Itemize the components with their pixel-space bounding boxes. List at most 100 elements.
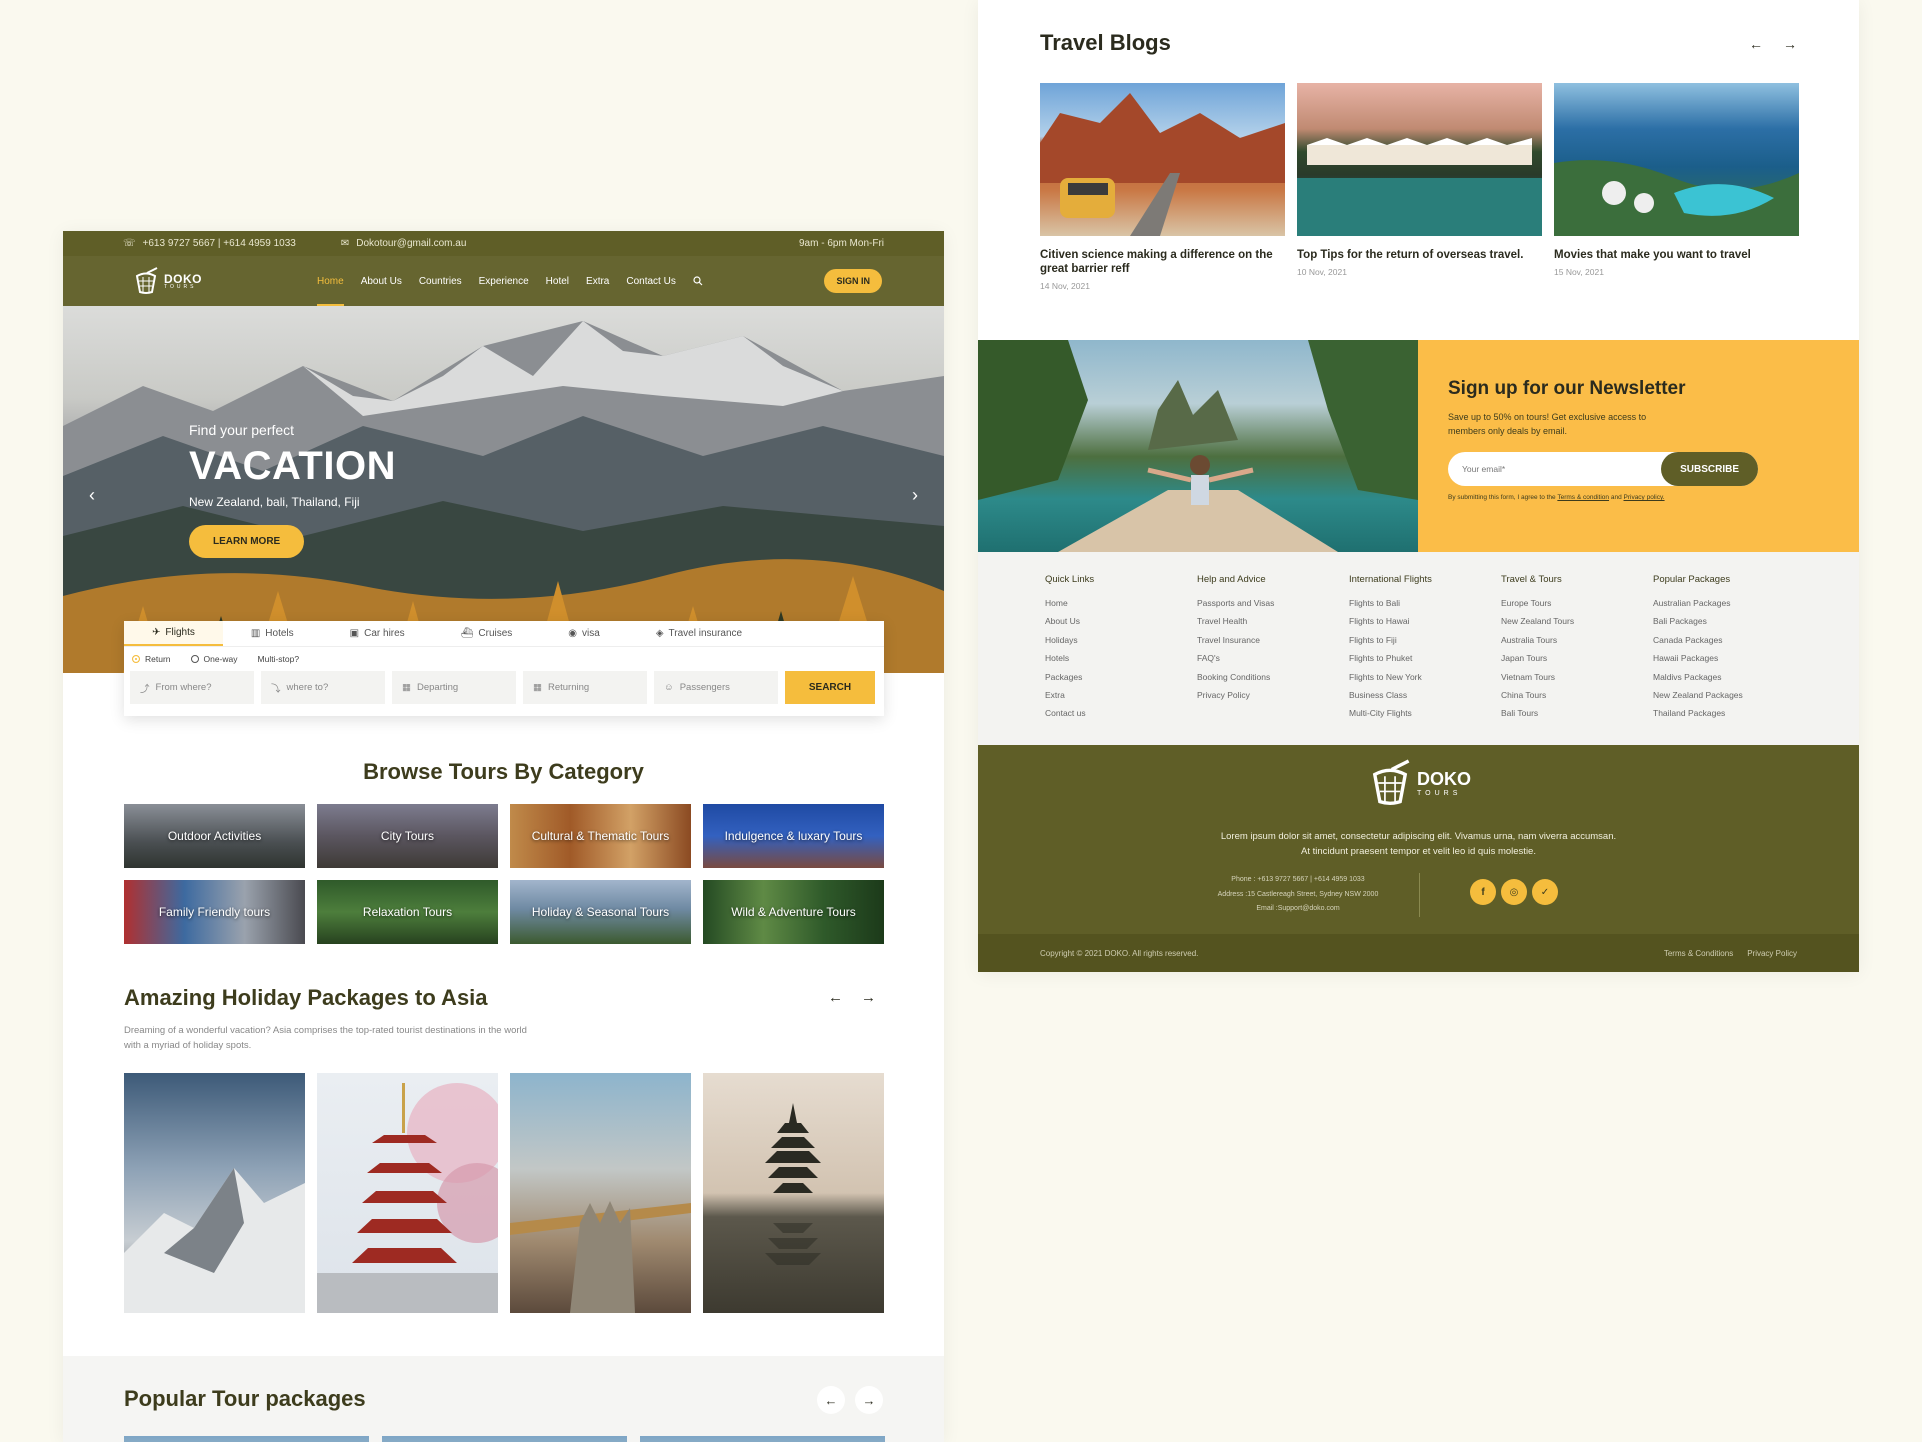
footer-email[interactable]: Email :Support@doko.com [1213, 902, 1383, 917]
footer-link[interactable]: Europe Tours [1501, 598, 1653, 616]
email-text[interactable]: Dokotour@gmail.com.au [356, 238, 466, 249]
passengers-field[interactable]: ☺ Passengers [654, 671, 778, 704]
tab-flights[interactable]: ✈ Flights [124, 621, 223, 646]
category-indulgence-luxury-tours[interactable]: Indulgence & luxary Tours [703, 804, 884, 868]
package-card-pagoda[interactable] [317, 1073, 498, 1313]
popular-card[interactable] [640, 1436, 885, 1442]
category-outdoor-activities[interactable]: Outdoor Activities [124, 804, 305, 868]
tab-cruises[interactable]: ⛴ Cruises [433, 621, 541, 646]
footer-link[interactable]: FAQ's [1197, 653, 1349, 671]
trip-multi-stop-link[interactable]: Multi-stop? [258, 654, 300, 664]
package-card-golden-bridge[interactable] [510, 1073, 691, 1313]
nav-hotel[interactable]: Hotel [546, 256, 569, 306]
footer-link[interactable]: Bali Tours [1501, 708, 1653, 726]
nav-experience[interactable]: Experience [479, 256, 529, 306]
privacy-link[interactable]: Privacy policy. [1624, 494, 1665, 501]
footer-link[interactable]: China Tours [1501, 690, 1653, 708]
footer-link[interactable]: Packages [1045, 672, 1197, 690]
package-card-temple[interactable] [703, 1073, 884, 1313]
footer-link[interactable]: Holidays [1045, 635, 1197, 653]
footer-link[interactable]: Thailand Packages [1653, 708, 1805, 726]
privacy-link[interactable]: Privacy Policy [1747, 949, 1797, 958]
blog-card[interactable]: Top Tips for the return of overseas trav… [1297, 83, 1542, 291]
arrow-right-icon[interactable]: → [1783, 36, 1797, 52]
arrow-right-icon[interactable]: → [861, 989, 876, 1006]
footer-link[interactable]: Japan Tours [1501, 653, 1653, 671]
newsletter-image [978, 340, 1418, 552]
footer-link[interactable]: Canada Packages [1653, 635, 1805, 653]
nav-contact-us[interactable]: Contact Us [626, 256, 675, 306]
footer-link[interactable]: Flights to Hawai [1349, 616, 1501, 634]
category-family-friendly-tours[interactable]: Family Friendly tours [124, 880, 305, 944]
popular-card[interactable] [124, 1436, 369, 1442]
subscribe-button[interactable]: SUBSCRIBE [1661, 452, 1758, 486]
footer-link[interactable]: Vietnam Tours [1501, 672, 1653, 690]
departing-field[interactable]: ▦ Departing [392, 671, 516, 704]
facebook-icon[interactable]: f [1470, 879, 1496, 905]
tab-car-hires[interactable]: ▣ Car hires [322, 621, 433, 646]
search-button[interactable]: SEARCH [785, 671, 875, 704]
arrow-left-icon[interactable]: ← [1749, 36, 1763, 52]
learn-more-button[interactable]: LEARN MORE [189, 525, 305, 558]
package-card-mountain[interactable] [124, 1073, 305, 1313]
sign-in-button[interactable]: SIGN IN [824, 269, 882, 293]
tab-visa[interactable]: ◉ visa [540, 621, 628, 646]
terms-link[interactable]: Terms & Conditions [1664, 949, 1733, 958]
column-heading: International Flights [1349, 574, 1432, 585]
arrow-left-icon[interactable]: ← [817, 1386, 845, 1414]
nav-about-us[interactable]: About Us [361, 256, 402, 306]
category-cultural-thematic-tours[interactable]: Cultural & Thematic Tours [510, 804, 691, 868]
carousel-next-icon[interactable]: › [912, 485, 918, 506]
footer-link[interactable]: New Zealand Packages [1653, 690, 1805, 708]
footer-link[interactable]: New Zealand Tours [1501, 616, 1653, 634]
nav-extra[interactable]: Extra [586, 256, 609, 306]
footer-link[interactable]: Australia Tours [1501, 635, 1653, 653]
footer-link[interactable]: Multi-City Flights [1349, 708, 1501, 726]
trip-return-radio[interactable]: Return [132, 654, 171, 664]
footer-link[interactable]: Home [1045, 598, 1197, 616]
category-relaxation-tours[interactable]: Relaxation Tours [317, 880, 498, 944]
twitter-icon[interactable]: ✓ [1532, 879, 1558, 905]
from-field[interactable]: ⤴ From where? [130, 671, 254, 704]
to-field[interactable]: ⤵ where to? [261, 671, 385, 704]
footer-link[interactable]: Business Class [1349, 690, 1501, 708]
doko-logo[interactable]: DOKO TOURS [133, 267, 202, 295]
footer-link[interactable]: Travel Health [1197, 616, 1349, 634]
category-holiday-seasonal-tours[interactable]: Holiday & Seasonal Tours [510, 880, 691, 944]
blog-card[interactable]: Citiven science making a difference on t… [1040, 83, 1285, 291]
instagram-icon[interactable]: ◎ [1501, 879, 1527, 905]
footer-link[interactable]: Bali Packages [1653, 616, 1805, 634]
footer-link[interactable]: Travel Insurance [1197, 635, 1349, 653]
search-icon[interactable] [693, 256, 703, 306]
category-city-tours[interactable]: City Tours [317, 804, 498, 868]
footer-link[interactable]: Hotels [1045, 653, 1197, 671]
footer-link[interactable]: Booking Conditions [1197, 672, 1349, 690]
footer-link[interactable]: Extra [1045, 690, 1197, 708]
blog-card[interactable]: Movies that make you want to travel 15 N… [1554, 83, 1799, 291]
footer-link[interactable]: Flights to New York [1349, 672, 1501, 690]
footer-link[interactable]: Contact us [1045, 708, 1197, 726]
arrow-left-icon[interactable]: ← [828, 989, 843, 1006]
nav-home[interactable]: Home [317, 256, 344, 306]
arrow-right-icon[interactable]: → [855, 1386, 883, 1414]
phone-icon: ☏ [123, 238, 136, 249]
footer-link[interactable]: Flights to Phuket [1349, 653, 1501, 671]
tab-hotels[interactable]: ▥ Hotels [223, 621, 322, 646]
carousel-prev-icon[interactable]: ‹ [89, 485, 95, 506]
footer-link[interactable]: About Us [1045, 616, 1197, 634]
footer-link[interactable]: Maldivs Packages [1653, 672, 1805, 690]
trip-one-way-radio[interactable]: One-way [190, 654, 238, 664]
footer-link[interactable]: Flights to Fiji [1349, 635, 1501, 653]
tab-travel-insurance[interactable]: ◈ Travel insurance [628, 621, 770, 646]
category-wild-adventure-tours[interactable]: Wild & Adventure Tours [703, 880, 884, 944]
nav-countries[interactable]: Countries [419, 256, 462, 306]
footer-link[interactable]: Australian Packages [1653, 598, 1805, 616]
returning-field[interactable]: ▦ Returning [523, 671, 647, 704]
footer-link[interactable]: Flights to Bali [1349, 598, 1501, 616]
popular-card[interactable] [382, 1436, 627, 1442]
terms-link[interactable]: Terms & condition [1557, 494, 1609, 501]
footer-link[interactable]: Passports and Visas [1197, 598, 1349, 616]
footer-link[interactable]: Privacy Policy [1197, 690, 1349, 708]
footer-logo[interactable]: DOKO TOURS [1368, 759, 1471, 807]
footer-link[interactable]: Hawaii Packages [1653, 653, 1805, 671]
